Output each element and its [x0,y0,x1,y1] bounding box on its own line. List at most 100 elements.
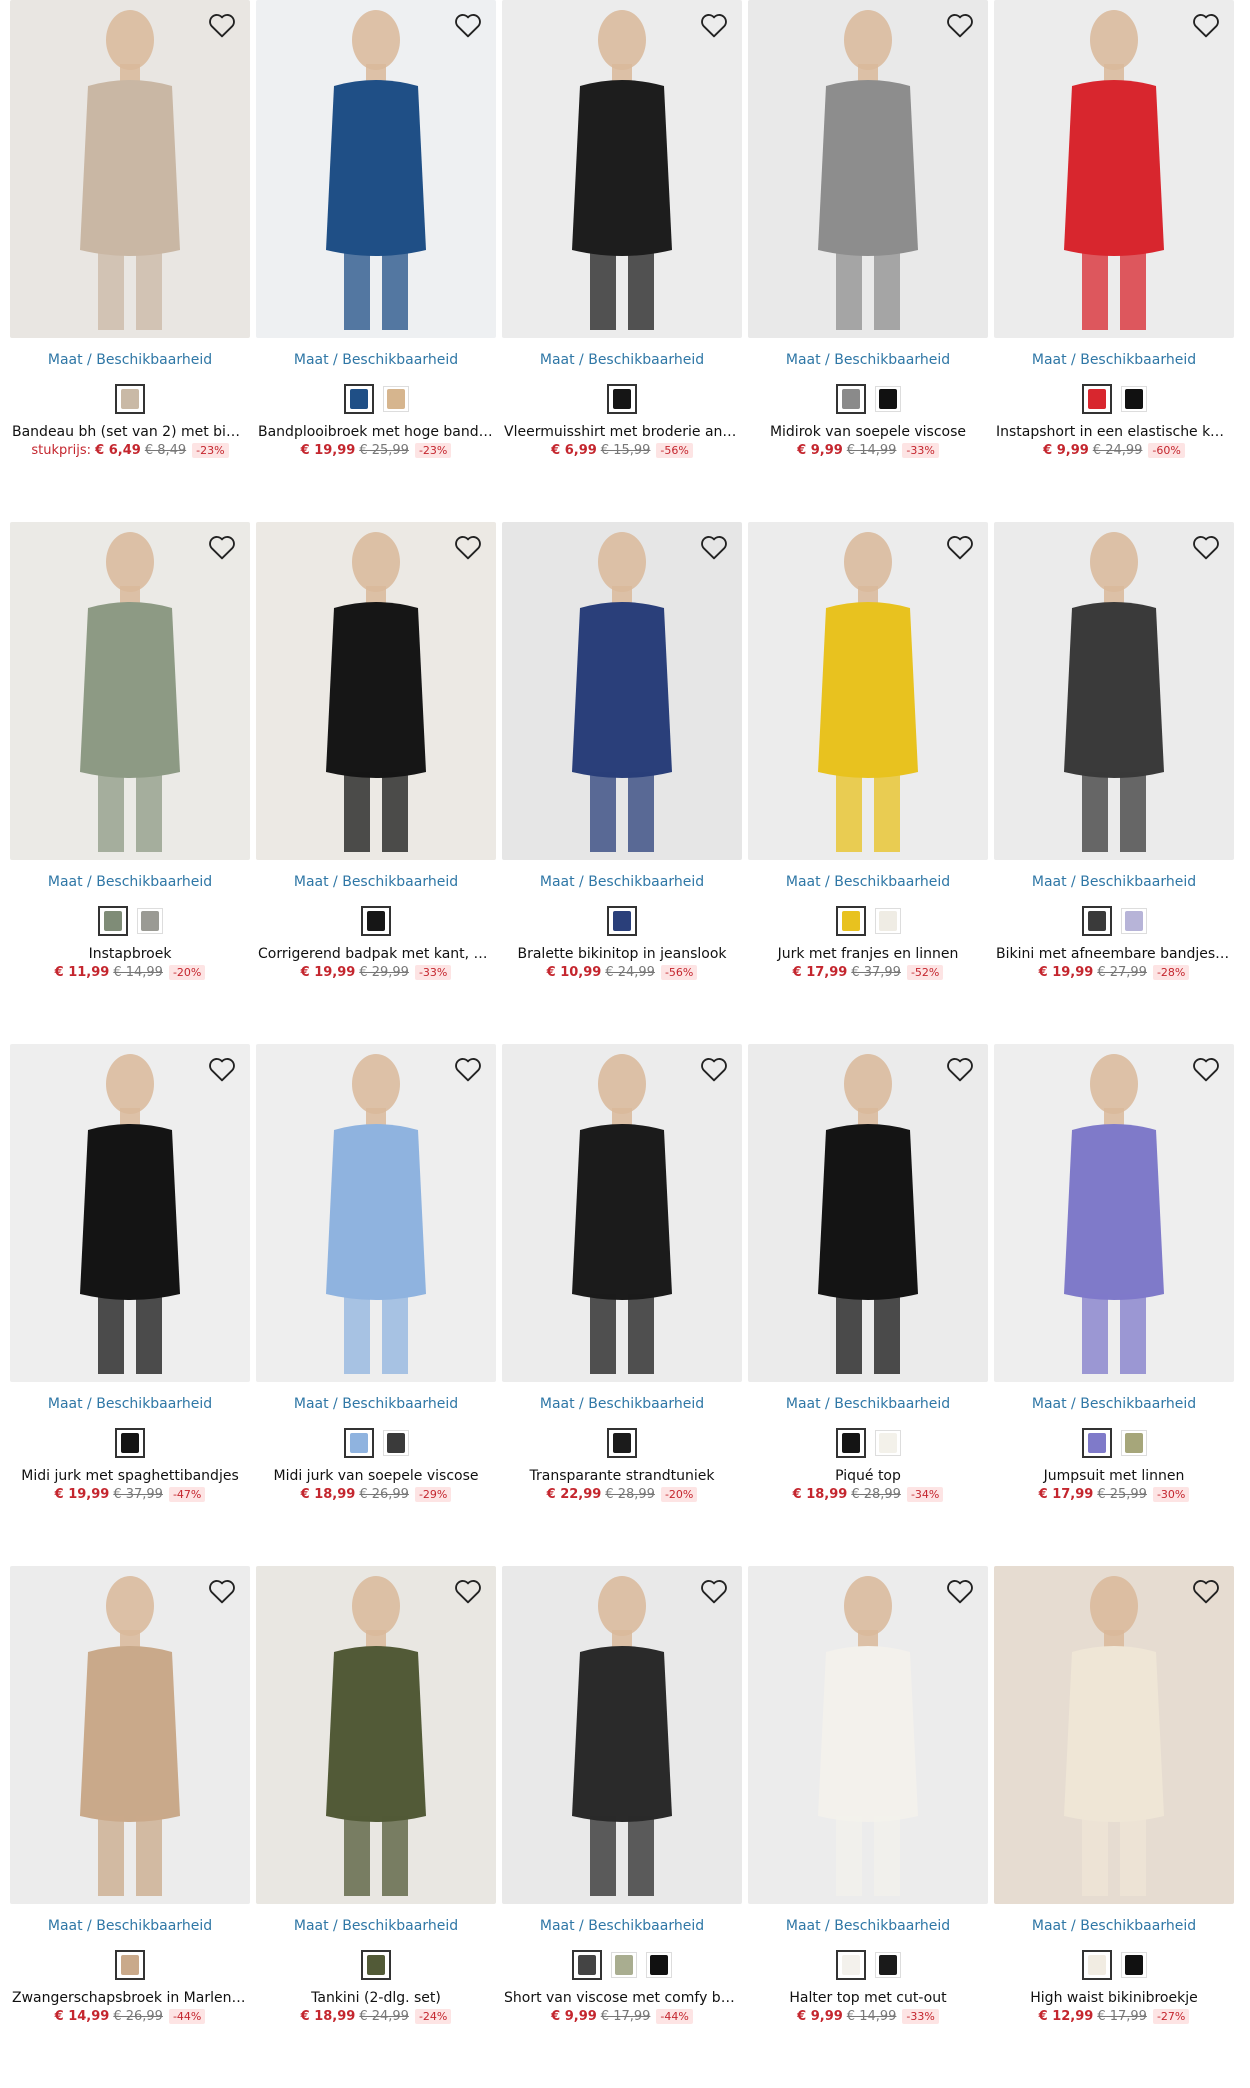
product-name[interactable]: Piqué top [748,1468,988,1484]
color-swatch[interactable] [343,1428,374,1458]
color-swatch[interactable] [874,1430,901,1456]
color-swatch[interactable] [607,906,637,936]
product-name[interactable]: Bandeau bh (set van 2) met biologis… [10,424,250,440]
product-card[interactable]: Maat / Beschikbaarheid Transparante stran… [502,1044,742,1566]
wishlist-heart-icon[interactable] [943,1052,977,1086]
size-availability-link[interactable]: Maat / Beschikbaarheid [10,352,250,368]
color-swatch[interactable] [361,906,391,936]
size-availability-link[interactable]: Maat / Beschikbaarheid [256,1396,496,1412]
product-image[interactable] [748,1044,988,1382]
product-card[interactable]: Maat / Beschikbaarheid Instapbroek € 11,99… [10,522,250,1044]
product-name[interactable]: Halter top met cut-out [748,1990,988,2006]
product-image[interactable] [10,522,250,860]
product-name[interactable]: Vleermuisshirt met broderie anglaise [502,424,742,440]
product-card[interactable]: Maat / Beschikbaarheid Jumpsuit met linne… [994,1044,1234,1566]
product-card[interactable]: Maat / Beschikbaarheid Bandplooibroek met… [256,0,496,522]
wishlist-heart-icon[interactable] [1189,1052,1223,1086]
wishlist-heart-icon[interactable] [205,530,239,564]
color-swatch[interactable] [136,908,163,934]
color-swatch[interactable] [97,906,128,936]
product-image[interactable] [502,1044,742,1382]
color-swatch[interactable] [1120,386,1147,412]
product-card[interactable]: Maat / Beschikbaarheid Corrigerend badpak… [256,522,496,1044]
size-availability-link[interactable]: Maat / Beschikbaarheid [256,874,496,890]
product-card[interactable]: Maat / Beschikbaarheid Vleermuisshirt met… [502,0,742,522]
wishlist-heart-icon[interactable] [697,530,731,564]
product-image[interactable] [994,0,1234,338]
wishlist-heart-icon[interactable] [943,8,977,42]
product-name[interactable]: Bandplooibroek met hoge band van… [256,424,496,440]
wishlist-heart-icon[interactable] [1189,530,1223,564]
color-swatch[interactable] [572,1950,602,1980]
size-availability-link[interactable]: Maat / Beschikbaarheid [502,1396,742,1412]
product-card[interactable]: Maat / Beschikbaarheid Bandeau bh (set va… [10,0,250,522]
size-availability-link[interactable]: Maat / Beschikbaarheid [994,874,1234,890]
color-swatch[interactable] [1120,1430,1147,1456]
color-swatch[interactable] [874,386,901,412]
product-card[interactable]: Maat / Beschikbaarheid Zwangerschapsbroek… [10,1566,250,2088]
size-availability-link[interactable]: Maat / Beschikbaarheid [256,352,496,368]
size-availability-link[interactable]: Maat / Beschikbaarheid [10,874,250,890]
product-image[interactable] [502,522,742,860]
product-card[interactable]: Maat / Beschikbaarheid Jurk met franjes e… [748,522,988,1044]
product-image[interactable] [10,1044,250,1382]
wishlist-heart-icon[interactable] [943,1574,977,1608]
size-availability-link[interactable]: Maat / Beschikbaarheid [748,352,988,368]
color-swatch[interactable] [1120,1952,1147,1978]
color-swatch[interactable] [611,1952,637,1978]
product-image[interactable] [256,0,496,338]
product-image[interactable] [748,1566,988,1904]
product-image[interactable] [748,522,988,860]
wishlist-heart-icon[interactable] [697,8,731,42]
product-image[interactable] [994,1044,1234,1382]
color-swatch[interactable] [1081,1950,1112,1980]
size-availability-link[interactable]: Maat / Beschikbaarheid [502,352,742,368]
product-image[interactable] [994,522,1234,860]
wishlist-heart-icon[interactable] [205,8,239,42]
wishlist-heart-icon[interactable] [697,1574,731,1608]
size-availability-link[interactable]: Maat / Beschikbaarheid [502,1918,742,1934]
color-swatch[interactable] [115,384,145,414]
size-availability-link[interactable]: Maat / Beschikbaarheid [502,874,742,890]
product-image[interactable] [502,1566,742,1904]
color-swatch[interactable] [835,1428,866,1458]
product-image[interactable] [994,1566,1234,1904]
wishlist-heart-icon[interactable] [1189,1574,1223,1608]
color-swatch[interactable] [835,384,866,414]
wishlist-heart-icon[interactable] [205,1574,239,1608]
wishlist-heart-icon[interactable] [451,530,485,564]
product-name[interactable]: Jumpsuit met linnen [994,1468,1234,1484]
color-swatch[interactable] [343,384,374,414]
product-card[interactable]: Maat / Beschikbaarheid Bralette bikinitop… [502,522,742,1044]
product-card[interactable]: Maat / Beschikbaarheid Bikini met afneemb… [994,522,1234,1044]
wishlist-heart-icon[interactable] [451,1574,485,1608]
product-card[interactable]: Maat / Beschikbaarheid Midi jurk van soep… [256,1044,496,1566]
product-image[interactable] [256,522,496,860]
product-image[interactable] [256,1044,496,1382]
color-swatch[interactable] [1120,908,1147,934]
color-swatch[interactable] [835,906,866,936]
product-name[interactable]: Zwangerschapsbroek in Marlene Di… [10,1990,250,2006]
product-card[interactable]: Maat / Beschikbaarheid High waist bikinib… [994,1566,1234,2088]
wishlist-heart-icon[interactable] [451,8,485,42]
product-name[interactable]: Jurk met franjes en linnen [748,946,988,962]
product-card[interactable]: Maat / Beschikbaarheid Tankini (2-dlg. se… [256,1566,496,2088]
product-card[interactable]: Maat / Beschikbaarheid Piqué top € 18,99 € … [748,1044,988,1566]
product-image[interactable] [502,0,742,338]
color-swatch[interactable] [874,1952,901,1978]
product-name[interactable]: Tankini (2-dlg. set) [256,1990,496,2006]
product-card[interactable]: Maat / Beschikbaarheid Short van viscose … [502,1566,742,2088]
product-image[interactable] [10,1566,250,1904]
size-availability-link[interactable]: Maat / Beschikbaarheid [10,1396,250,1412]
wishlist-heart-icon[interactable] [1189,8,1223,42]
size-availability-link[interactable]: Maat / Beschikbaarheid [994,1918,1234,1934]
product-card[interactable]: Maat / Beschikbaarheid Midirok van soepel… [748,0,988,522]
product-card[interactable]: Maat / Beschikbaarheid Halter top met cut… [748,1566,988,2088]
product-name[interactable]: Instapbroek [10,946,250,962]
size-availability-link[interactable]: Maat / Beschikbaarheid [748,1918,988,1934]
product-card[interactable]: Maat / Beschikbaarheid Instapshort in een… [994,0,1234,522]
color-swatch[interactable] [361,1950,391,1980]
wishlist-heart-icon[interactable] [943,530,977,564]
product-name[interactable]: Midi jurk met spaghettibandjes [10,1468,250,1484]
wishlist-heart-icon[interactable] [451,1052,485,1086]
